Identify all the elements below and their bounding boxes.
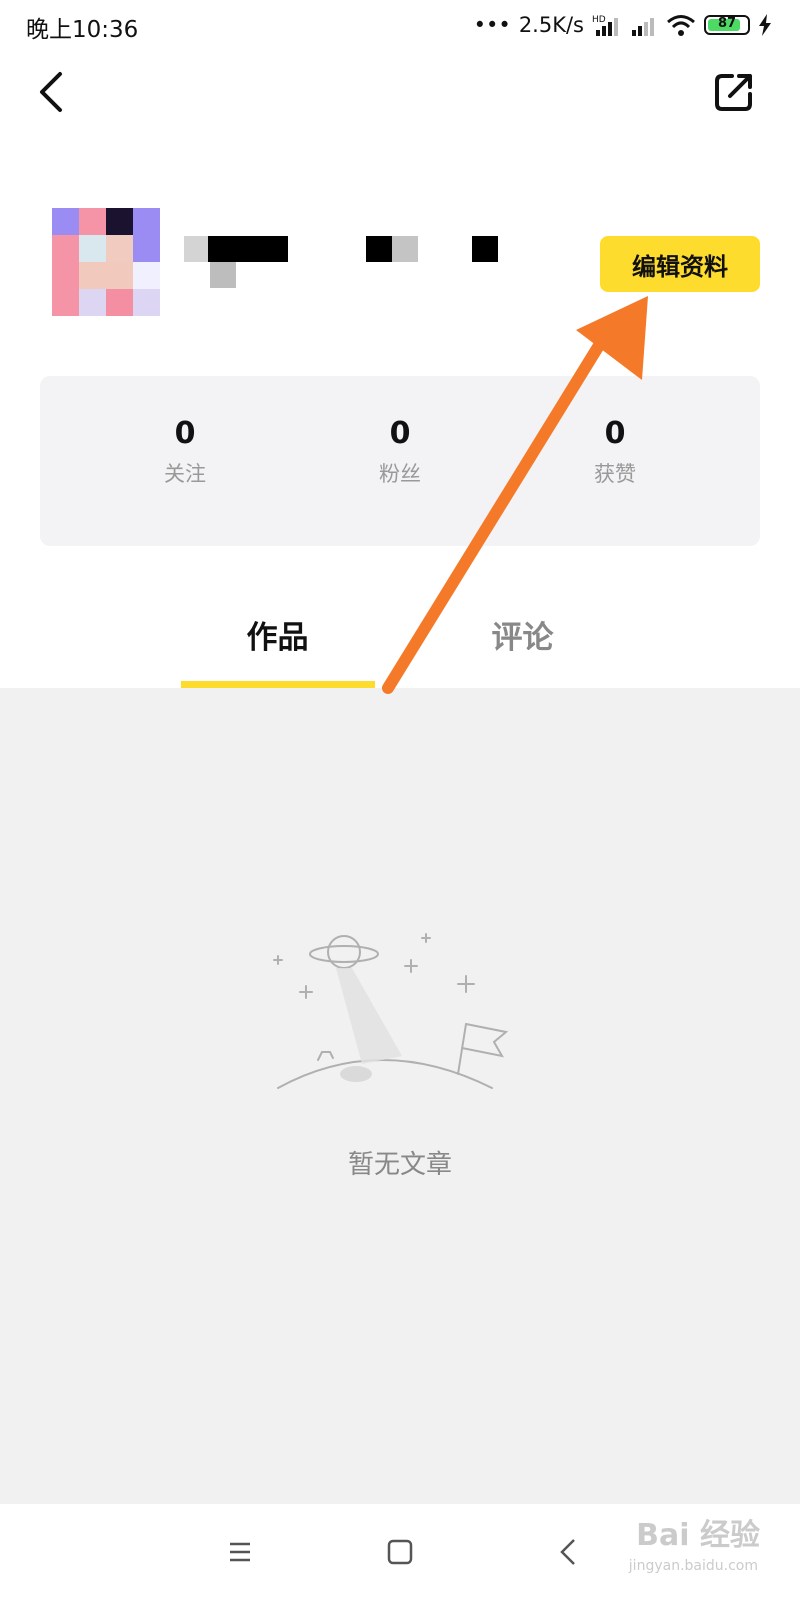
svg-text:HD: HD — [592, 15, 606, 25]
home-square-icon — [387, 1539, 413, 1565]
share-external-icon — [715, 74, 752, 111]
wifi-icon — [667, 15, 695, 36]
stat-label: 关注 — [164, 462, 206, 486]
stat-value: 0 — [389, 416, 411, 451]
back-button[interactable] — [30, 68, 74, 116]
tab-works[interactable]: 作品 — [180, 612, 375, 662]
charging-icon — [759, 14, 771, 36]
status-indicators: ••• 2.5K/s HD 87 — [474, 10, 772, 40]
planet-flag-illustration — [273, 933, 509, 1089]
stat-value: 0 — [174, 416, 196, 451]
battery-level: 87 — [717, 16, 737, 31]
stat-likes[interactable]: 0 获赞 — [515, 416, 715, 488]
nav-home-button[interactable] — [378, 1530, 422, 1574]
signal-icon — [632, 18, 654, 36]
battery-icon: 87 — [704, 15, 750, 35]
watermark-logo: Bai 经验 — [636, 1518, 760, 1553]
share-button[interactable] — [712, 70, 756, 114]
stat-following[interactable]: 0 关注 — [85, 416, 285, 488]
username-redacted — [184, 236, 514, 292]
nav-back-icon — [560, 1539, 575, 1565]
status-time: 晚上10:36 — [26, 17, 139, 43]
tab-comments[interactable]: 评论 — [425, 612, 620, 662]
signal-hd-icon: HD — [592, 15, 618, 36]
nav-back-button[interactable] — [548, 1530, 592, 1574]
network-speed: 2.5K/s — [518, 13, 584, 37]
empty-state-illustration — [270, 932, 530, 1112]
stat-label: 粉丝 — [379, 462, 421, 486]
status-bar: 晚上10:36 ••• 2.5K/s HD 87 — [0, 0, 800, 50]
watermark-url: jingyan.baidu.com — [628, 1558, 758, 1574]
avatar[interactable] — [52, 208, 160, 316]
tab-active-indicator — [181, 681, 375, 688]
stat-label: 获赞 — [594, 462, 636, 486]
more-dots-icon: ••• — [473, 13, 511, 37]
edit-profile-button[interactable]: 编辑资料 — [600, 236, 760, 292]
chevron-left-icon — [40, 72, 62, 112]
stat-followers[interactable]: 0 粉丝 — [300, 416, 500, 488]
stat-value: 0 — [604, 416, 626, 451]
empty-state-text: 暂无文章 — [347, 1150, 452, 1180]
stats-card: 0 关注 0 粉丝 0 获赞 — [40, 376, 760, 546]
nav-menu-button[interactable] — [218, 1530, 262, 1574]
menu-icon — [230, 1542, 250, 1562]
